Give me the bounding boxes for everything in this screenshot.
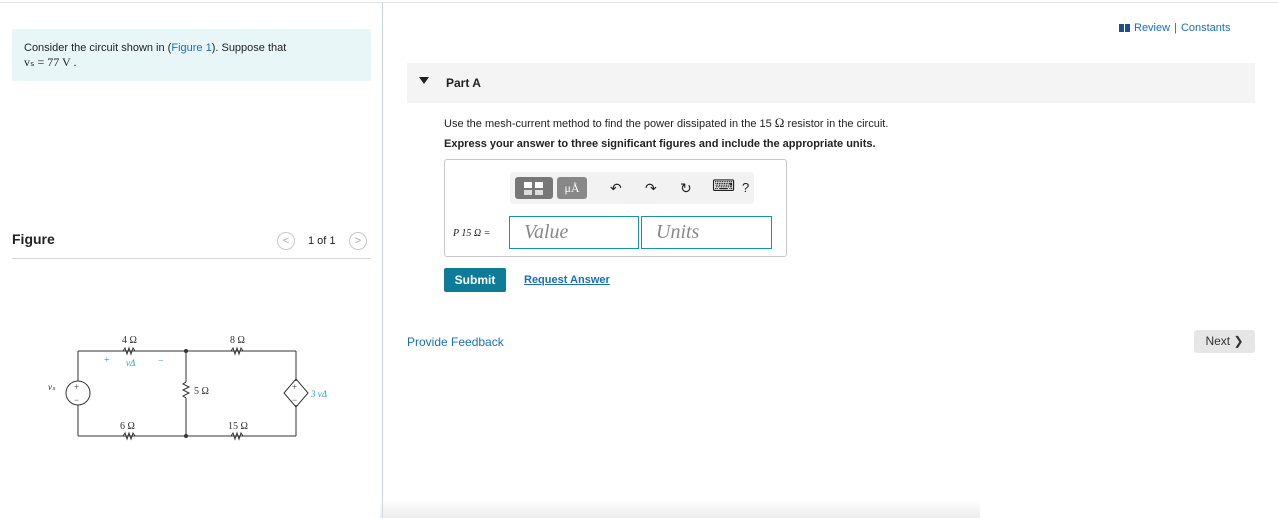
dependent-source-label: 3 vΔ [310,389,327,399]
figure-title: Figure [12,231,55,247]
header-separator: | [1174,22,1177,34]
problem-text-end: ). Suppose that [211,42,287,54]
r5-label: 5 Ω [194,386,209,397]
help-icon[interactable]: ? [742,179,749,197]
part-title: Part A [446,76,481,90]
node-top [184,349,188,353]
bottom-shadow [380,500,980,518]
review-constants: Review | Constants [1119,22,1230,34]
figure-link[interactable]: Figure 1 [171,42,211,54]
source-minus: − [74,395,79,405]
part-a-header[interactable]: Part A [407,63,1255,103]
answer-label: P 15 Ω = [453,228,491,239]
value-input[interactable] [509,216,639,249]
reset-icon[interactable]: ↻ [680,179,692,197]
circuit-diagram: 4 Ω 8 Ω 5 Ω 6 Ω 15 Ω + vΔ − vₛ + − + − 3… [48,335,327,441]
problem-statement: Consider the circuit shown in (Figure 1)… [12,29,371,81]
dep-source-plus: + [292,382,297,392]
answer-box: μÅ ↶ ↷ ↻ ⌨ ? P 15 Ω = [444,159,787,257]
instruction: Use the mesh-current method to find the … [444,115,888,131]
right-panel: Review | Constants Part A Use the mesh-c… [383,3,1278,518]
vs-label: vₛ [48,382,56,392]
units-input[interactable] [641,216,772,249]
left-panel: Consider the circuit shown in (Figure 1)… [0,3,382,518]
express-instruction: Express your answer to three significant… [444,138,876,150]
caret-down-icon[interactable] [419,77,429,84]
template-icon[interactable] [515,177,553,199]
request-answer-link[interactable]: Request Answer [524,274,610,286]
submit-button[interactable]: Submit [444,268,506,292]
instruction-text: Use the mesh-current method to find the … [444,118,775,130]
units-symbol-button[interactable]: μÅ [557,177,587,199]
instruction-text-end: resistor in the circuit. [784,118,889,130]
node-bottom [184,434,188,438]
math-toolbar: μÅ ↶ ↷ ↻ ⌨ ? [510,172,754,204]
provide-feedback-link[interactable]: Provide Feedback [407,335,504,349]
problem-text: Consider the circuit shown in ( [24,42,172,54]
source-plus: + [74,382,79,392]
r15-label: 15 Ω [228,421,248,432]
given-value: vₛ = 77 V . [24,55,77,69]
dep-source-minus: − [292,395,297,405]
book-icon [1119,24,1130,32]
keyboard-icon[interactable]: ⌨ [712,178,735,196]
undo-icon[interactable]: ↶ [610,179,622,197]
template-grid-icon [524,182,543,195]
r4-label: 4 Ω [122,335,137,346]
prev-figure-button[interactable]: < [277,232,295,250]
minus-sign: − [158,356,164,367]
plus-sign: + [104,355,110,366]
figure-header: Figure < 1 of 1 > [12,231,371,259]
vdelta-label: vΔ [126,358,135,368]
constants-link[interactable]: Constants [1181,22,1231,34]
r8-label: 8 Ω [230,335,245,346]
figure-count: 1 of 1 [308,235,336,247]
next-figure-button[interactable]: > [349,232,367,250]
next-button[interactable]: Next ❯ [1194,330,1255,353]
r6-label: 6 Ω [120,421,135,432]
review-link[interactable]: Review [1134,22,1170,34]
redo-icon[interactable]: ↷ [645,179,657,197]
